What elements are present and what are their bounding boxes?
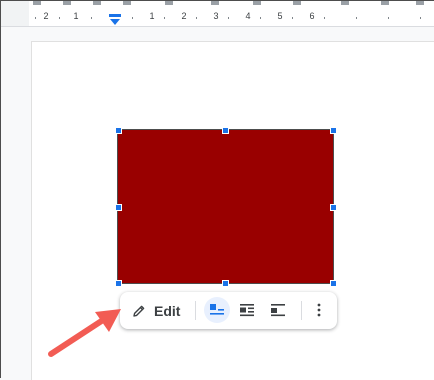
resize-handle-bottom-left[interactable] xyxy=(115,280,122,287)
toolbar-divider xyxy=(301,301,302,320)
ruler-number: 4 xyxy=(245,11,251,21)
more-vert-icon xyxy=(317,303,321,317)
break-text-button[interactable] xyxy=(265,297,291,323)
toolbar-remnant xyxy=(31,1,434,5)
horizontal-ruler[interactable]: 2 1 1 2 3 4 5 6 xyxy=(1,1,434,27)
selected-image[interactable] xyxy=(117,129,334,284)
inline-with-text-button[interactable] xyxy=(204,297,230,323)
resize-handle-right[interactable] xyxy=(330,204,337,211)
resize-handle-bottom[interactable] xyxy=(222,280,229,287)
ruler-number: 2 xyxy=(181,11,187,21)
wrap-text-icon xyxy=(240,304,254,317)
edit-image-button[interactable]: Edit xyxy=(128,298,184,323)
ruler-number: 6 xyxy=(309,11,315,21)
ruler-number: 1 xyxy=(73,11,79,21)
resize-handle-top-right[interactable] xyxy=(330,127,337,134)
wrap-inline-icon xyxy=(210,304,224,315)
ruler-margin-shade xyxy=(1,1,29,26)
resize-handle-top[interactable] xyxy=(222,127,229,134)
resize-handle-top-left[interactable] xyxy=(115,127,122,134)
annotation-arrow-icon xyxy=(48,309,121,357)
ruler-number: 5 xyxy=(277,11,283,21)
image-options-toolbar: Edit xyxy=(120,292,337,329)
toolbar-divider xyxy=(195,301,196,320)
break-text-icon xyxy=(271,304,285,317)
edit-label: Edit xyxy=(154,302,181,319)
pencil-icon xyxy=(133,305,145,317)
ruler-number: 3 xyxy=(213,11,219,21)
resize-handle-left[interactable] xyxy=(115,204,122,211)
more-options-button[interactable] xyxy=(306,297,332,323)
ruler-number: 2 xyxy=(43,11,49,21)
wrap-text-button[interactable] xyxy=(234,297,260,323)
resize-handle-bottom-right[interactable] xyxy=(330,280,337,287)
indent-marker-icon[interactable] xyxy=(109,14,121,26)
ruler-number: 1 xyxy=(149,11,155,21)
